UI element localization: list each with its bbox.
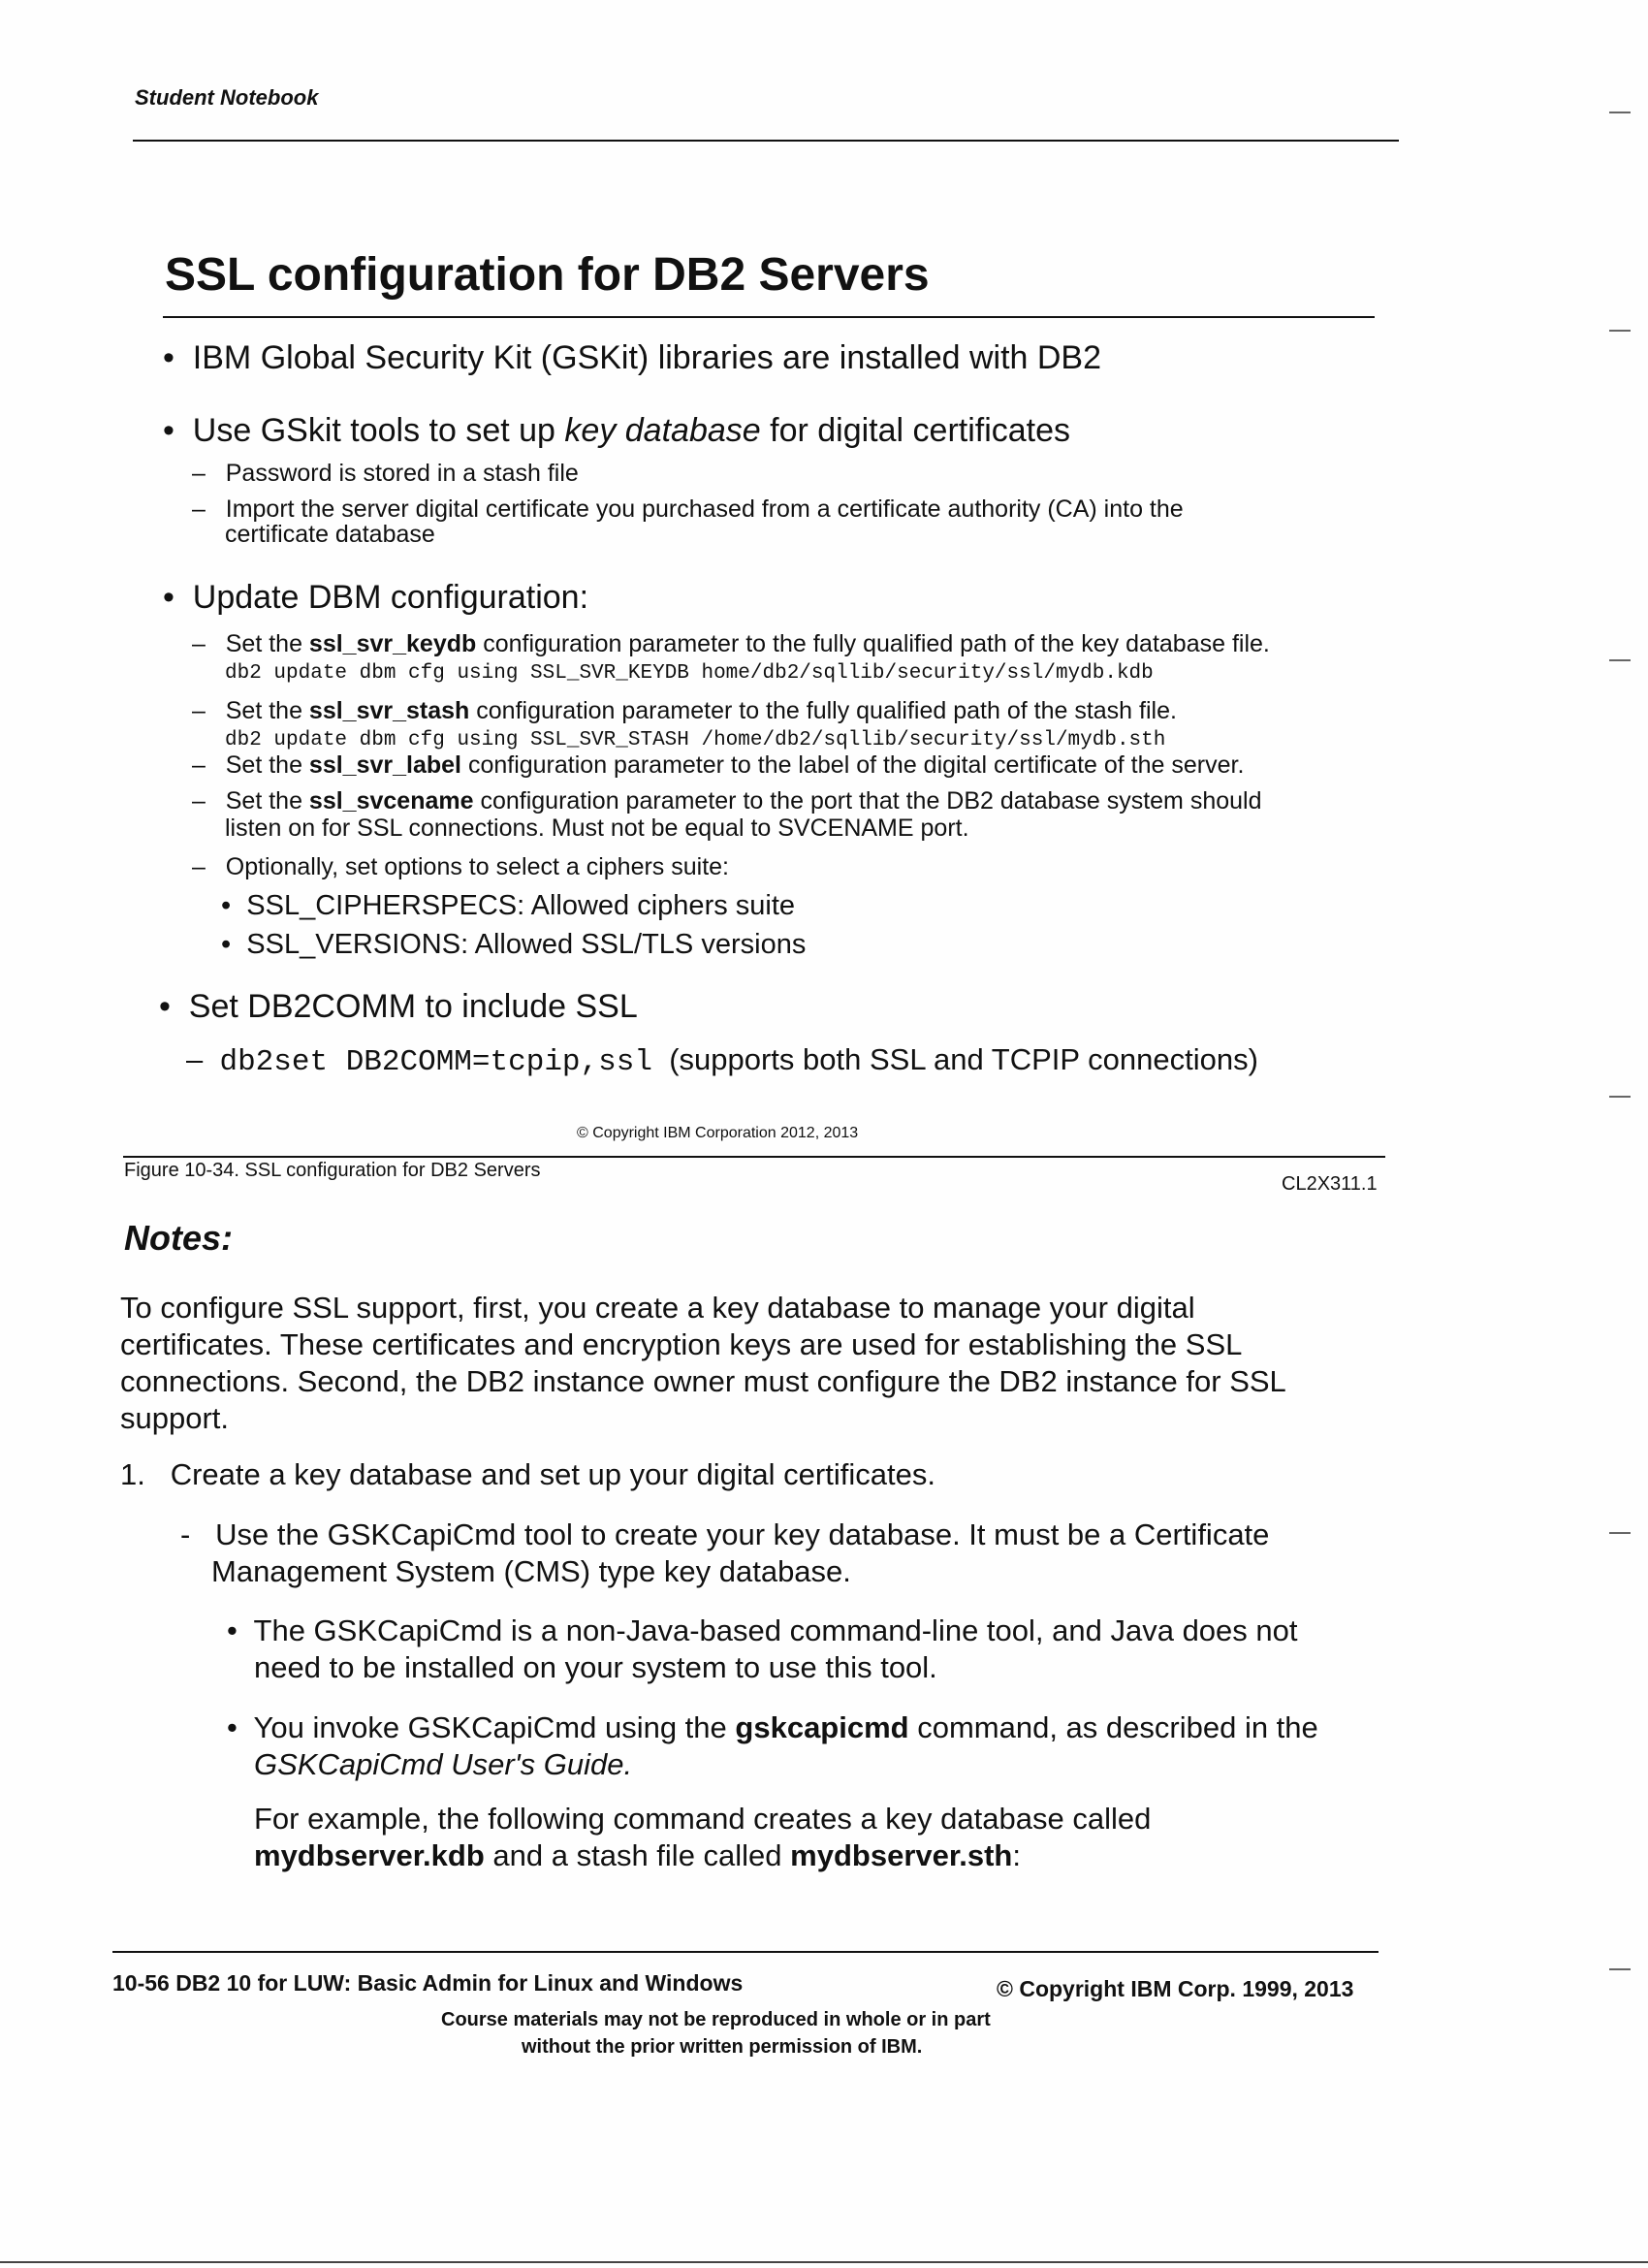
text: for digital certificates [760,412,1071,449]
line: support. [120,1401,230,1435]
bullet-dbm: • Update DBM configuration: [163,579,589,616]
text: configuration parameter to the label of … [461,751,1245,779]
text: Import the server digital certificate yo… [225,495,1184,523]
example-text: For example, the following command creat… [254,1801,1151,1874]
item-cipherspecs: • SSL_CIPHERSPECS: Allowed ciphers suite [221,890,796,921]
item-db2set: – db2set DB2COMM=tcpip,ssl (supports bot… [186,1042,1258,1079]
notes-paragraph: To configure SSL support, first, you cre… [120,1290,1286,1437]
text: SSL_CIPHERSPECS: Allowed ciphers suite [246,890,796,921]
emphasis: key database [564,412,761,449]
bullet-non-java: • The GSKCapiCmd is a non-Java-based com… [227,1613,1298,1684]
item-keydb: – Set the ssl_svr_keydb configuration pa… [192,630,1270,686]
filename: mydbserver.kdb [254,1838,485,1872]
bullet-db2comm: • Set DB2COMM to include SSL [159,988,638,1025]
figure-rule [123,1156,1385,1158]
footer-notice-1: Course materials may not be reproduced i… [441,2009,991,2030]
figure-code: CL2X311.1 [1282,1173,1378,1195]
slide-title: SSL configuration for DB2 Servers [165,249,930,301]
line: connections. Second, the DB2 instance ow… [120,1364,1286,1398]
footer-right: © Copyright IBM Corp. 1999, 2013 [997,1976,1354,2001]
line: To configure SSL support, first, you cre… [120,1291,1195,1325]
text: Set the [225,697,309,724]
text: configuration parameter to the port that… [473,787,1262,815]
dash-gskcapicmd: - Use the GSKCapiCmd tool to create your… [180,1517,1270,1588]
text: SSL_VERSIONS: Allowed SSL/TLS versions [246,929,807,960]
scan-bottom-edge [0,2261,1648,2263]
item-versions: • SSL_VERSIONS: Allowed SSL/TLS versions [221,929,807,960]
step-number: 1. [120,1457,145,1491]
text: Set the [225,787,309,815]
param: ssl_svr_keydb [308,630,477,657]
text: configuration parameter to the fully qua… [476,630,1270,657]
title-rule [163,316,1375,318]
text: : [1012,1838,1021,1872]
code: db2 update dbm cfg using SSL_SVR_KEYDB h… [225,662,1154,685]
text: Set the [225,751,309,779]
header-label: Student Notebook [135,85,319,110]
scan-edge-mark [1609,1968,1631,1970]
code: db2set DB2COMM=tcpip,ssl [219,1045,652,1079]
sub-stash: – Password is stored in a stash file [192,460,579,487]
item-label: – Set the ssl_svr_label configuration pa… [192,751,1245,779]
text: Set DB2COMM to include SSL [188,988,638,1025]
bullet-text: IBM Global Security Kit (GSKit) librarie… [192,339,1102,376]
text: need to be installed on your system to u… [254,1650,937,1684]
param: ssl_svr_stash [308,697,470,724]
param: ssl_svr_label [308,751,461,779]
bullet-invoke: • You invoke GSKCapiCmd using the gskcap… [227,1710,1318,1781]
step-1: 1. Create a key database and set up your… [120,1456,935,1493]
text: Management System (CMS) type key databas… [211,1554,851,1588]
text: Optionally, set options to select a ciph… [225,853,730,880]
text: Use the GSKCapiCmd tool to create your k… [215,1517,1270,1551]
scan-edge-mark [1609,112,1631,113]
document-page: Student Notebook SSL configuration for D… [0,0,1648,2268]
header-rule [133,140,1399,142]
text: listen on for SSL connections. Must not … [225,815,969,842]
text: configuration parameter to the fully qua… [469,697,1177,724]
text: Password is stored in a stash file [225,460,579,487]
slide-copyright: © Copyright IBM Corporation 2012, 2013 [577,1125,859,1141]
bullet-keydb: • Use GSkit tools to set up key database… [163,412,1071,449]
figure-caption: Figure 10-34. SSL configuration for DB2 … [124,1160,541,1181]
item-stash: – Set the ssl_svr_stash configuration pa… [192,697,1177,752]
text: Update DBM configuration: [192,579,589,616]
notes-heading: Notes: [124,1218,234,1258]
footer-rule [112,1951,1379,1953]
scan-edge-mark [1609,659,1631,661]
bullet-gskit: • IBM Global Security Kit (GSKit) librar… [163,339,1102,376]
sub-import: – Import the server digital certificate … [192,495,1184,548]
text: (supports both SSL and TCPIP connections… [669,1042,1258,1076]
text: certificate database [225,521,435,548]
item-svcename: – Set the ssl_svcename configuration par… [192,787,1262,842]
text: command, as described in the [908,1710,1318,1744]
filename: mydbserver.sth [790,1838,1013,1872]
scan-edge-mark [1609,1532,1631,1534]
text: The GSKCapiCmd is a non-Java-based comma… [253,1613,1298,1647]
guide-title: GSKCapiCmd User's Guide. [254,1747,633,1781]
text: Create a key database and set up your di… [170,1457,935,1491]
text: and a stash file called [484,1838,791,1872]
item-optional: – Optionally, set options to select a ci… [192,853,730,880]
text: Set the [225,630,309,657]
param: ssl_svcename [308,787,474,815]
text: You invoke GSKCapiCmd using the [253,1710,736,1744]
code: db2 update dbm cfg using SSL_SVR_STASH /… [225,729,1166,751]
text: For example, the following command creat… [254,1802,1152,1836]
line: certificates. These certificates and enc… [120,1327,1243,1361]
scan-edge-mark [1609,330,1631,332]
text: Use GSkit tools to set up [192,412,565,449]
footer-left: 10-56 DB2 10 for LUW: Basic Admin for Li… [112,1970,744,1996]
command: gskcapicmd [735,1710,909,1744]
scan-edge-mark [1609,1096,1631,1098]
footer-notice-2: without the prior written permission of … [522,2036,923,2058]
